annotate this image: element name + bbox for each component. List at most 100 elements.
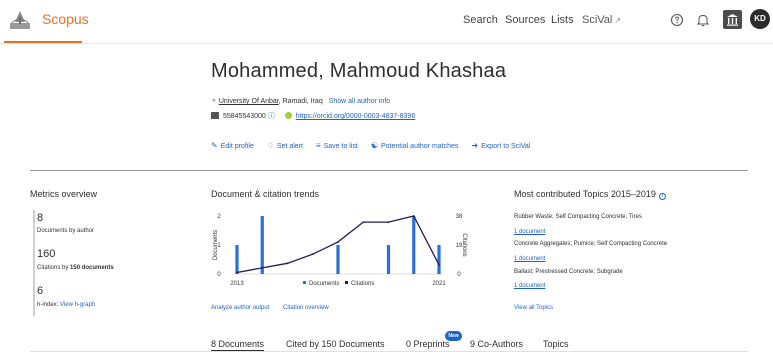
orcid-icon xyxy=(284,112,292,119)
profile-actions: ✎ Edit profile ♢ Set alert ≡ Save to list ☯… xyxy=(211,141,541,150)
set-alert-label: Set alert xyxy=(276,143,303,150)
view-h-graph-link[interactable]: View h-graph xyxy=(60,302,95,308)
scopus-brand[interactable]: Scopus xyxy=(42,11,89,27)
y2-tick-label: 38 xyxy=(456,214,463,220)
save-to-list-button[interactable]: ≡ Save to list xyxy=(315,141,358,150)
people-icon: ☯ xyxy=(370,141,378,150)
citation-point xyxy=(286,262,289,265)
author-id: 55845543000 xyxy=(223,113,266,120)
help-icon[interactable] xyxy=(668,11,686,29)
citation-point xyxy=(261,266,264,269)
citation-point xyxy=(387,221,390,224)
topics-title-text: Most contributed Topics 2015–2019 xyxy=(514,189,656,199)
export-icon: ➜ xyxy=(471,141,479,150)
document-bar xyxy=(386,245,391,274)
user-avatar[interactable]: KD xyxy=(750,9,770,29)
topic-documents-link[interactable]: 1 document xyxy=(514,283,545,289)
topic-documents-link[interactable]: 1 document xyxy=(514,256,545,262)
external-link-icon: ↗ xyxy=(614,16,622,25)
metrics-accent-bar xyxy=(33,210,35,316)
chart-links: Analyze author output Citation overview xyxy=(211,305,341,311)
legend-citations-label: Citations xyxy=(351,281,374,287)
trends-chart: 01201938Documents Citations2013 2021 Docum… xyxy=(213,214,467,287)
topic-documents-link[interactable]: 1 document xyxy=(514,229,545,235)
chart-bars xyxy=(235,216,441,274)
citations-label-text: Citations by xyxy=(37,265,71,271)
top-bar: Scopus Search Sources Lists SciVal ↗ KD xyxy=(0,0,773,44)
citation-point xyxy=(337,241,339,243)
author-id-icon xyxy=(211,112,219,119)
view-all-topics-link[interactable]: View all Topics xyxy=(514,305,553,311)
bell-icon: ♢ xyxy=(266,141,274,150)
new-badge: New xyxy=(445,331,462,341)
citation-point xyxy=(311,253,314,256)
h-index-value: 6 xyxy=(37,285,44,297)
tab-preprints[interactable]: 0 Preprints xyxy=(406,339,450,349)
topics-title: Most contributed Topics 2015–2019 i xyxy=(514,189,666,200)
tab-co-authors[interactable]: 9 Co-Authors xyxy=(470,339,523,349)
document-bar xyxy=(412,216,416,274)
citation-point xyxy=(438,263,440,266)
h-index-label: h-index: xyxy=(37,302,59,308)
citations-label-docs: 150 documents xyxy=(70,265,114,271)
document-bar xyxy=(437,245,441,274)
affiliation-line: ⚬ University Of Anbar, Ramadi, Iraq Show… xyxy=(211,97,390,105)
x-tick-label: 2013 xyxy=(230,281,244,287)
trends-title: Document & citation trends xyxy=(211,189,320,199)
institution-icon xyxy=(727,14,738,26)
topics-info-icon[interactable]: i xyxy=(658,193,666,200)
nav-lists[interactable]: Lists xyxy=(551,14,574,26)
documents-label: Documents by author xyxy=(37,228,95,234)
metrics-overview-title: Metrics overview xyxy=(30,189,98,199)
author-identifiers: 55845543000 ⓘ https://orcid.org/0000-000… xyxy=(211,111,415,121)
nav-sources[interactable]: Sources xyxy=(505,14,545,26)
orcid-link[interactable]: https://orcid.org/0000-0003-4837-8396 xyxy=(296,113,415,120)
y2-tick-label: 0 xyxy=(457,272,461,278)
document-bar xyxy=(336,245,340,274)
edit-profile-button[interactable]: ✎ Edit profile xyxy=(211,141,254,150)
legend-documents-label: Documents xyxy=(309,281,339,287)
bell-icon[interactable] xyxy=(694,11,712,29)
list-icon: ≡ xyxy=(315,141,321,150)
x-tick-label: 2021 xyxy=(432,281,446,287)
author-name: Mohammed, Mahmoud Khashaa xyxy=(211,60,507,82)
location-icon: ⚬ xyxy=(211,98,217,105)
brand-underline xyxy=(4,41,82,43)
elsevier-logo-icon[interactable] xyxy=(8,9,32,31)
author-id-info-icon[interactable]: ⓘ xyxy=(268,113,275,120)
potential-author-matches-button[interactable]: ☯ Potential author matches xyxy=(370,141,459,150)
citation-overview-link[interactable]: Citation overview xyxy=(283,305,329,311)
citations-count: 160 xyxy=(37,248,56,260)
institution-button[interactable] xyxy=(723,10,742,29)
y-axis-label: Documents xyxy=(213,230,219,260)
citation-point xyxy=(362,221,365,224)
export-to-scival-button[interactable]: ➜ Export to SciVal xyxy=(471,141,530,150)
citation-point xyxy=(412,215,415,217)
section-divider xyxy=(30,170,748,171)
legend-citations-swatch xyxy=(345,281,348,284)
document-bar xyxy=(260,216,264,274)
nav-search[interactable]: Search xyxy=(463,14,498,26)
h-index-label-line: h-index: View h-graph xyxy=(37,302,95,308)
topic-name: Rubber Waste; Self Compacting Concrete; … xyxy=(514,214,642,220)
tab-topics[interactable]: Topics xyxy=(543,339,569,349)
chart-axes: 01201938Documents Citations2013 2021 xyxy=(213,214,467,287)
show-all-author-info-link[interactable]: Show all author info xyxy=(329,98,390,105)
affiliation-location: , Ramadi, Iraq xyxy=(278,98,323,105)
pencil-icon: ✎ xyxy=(211,141,218,150)
y-tick-label: 2 xyxy=(217,214,221,220)
y2-axis-label: Citations xyxy=(461,233,467,256)
nav-scival[interactable]: SciVal ↗ xyxy=(582,14,621,26)
potential-author-matches-label: Potential author matches xyxy=(380,143,459,150)
citation-point xyxy=(236,271,238,274)
citations-label: Citations by 150 documents xyxy=(37,265,114,271)
y-tick-label: 0 xyxy=(217,272,221,278)
documents-count: 8 xyxy=(37,212,44,224)
affiliation-link[interactable]: University Of Anbar xyxy=(219,98,279,105)
topic-name: Ballast; Prestressed Concrete; Subgrade xyxy=(514,269,623,275)
legend-documents-swatch xyxy=(303,281,306,284)
topic-name: Concrete Aggregates; Pumice; Self Compac… xyxy=(514,241,668,247)
set-alert-button[interactable]: ♢ Set alert xyxy=(266,141,303,150)
tab-cited-by[interactable]: Cited by 150 Documents xyxy=(286,339,385,349)
analyze-author-output-link[interactable]: Analyze author output xyxy=(211,305,269,311)
